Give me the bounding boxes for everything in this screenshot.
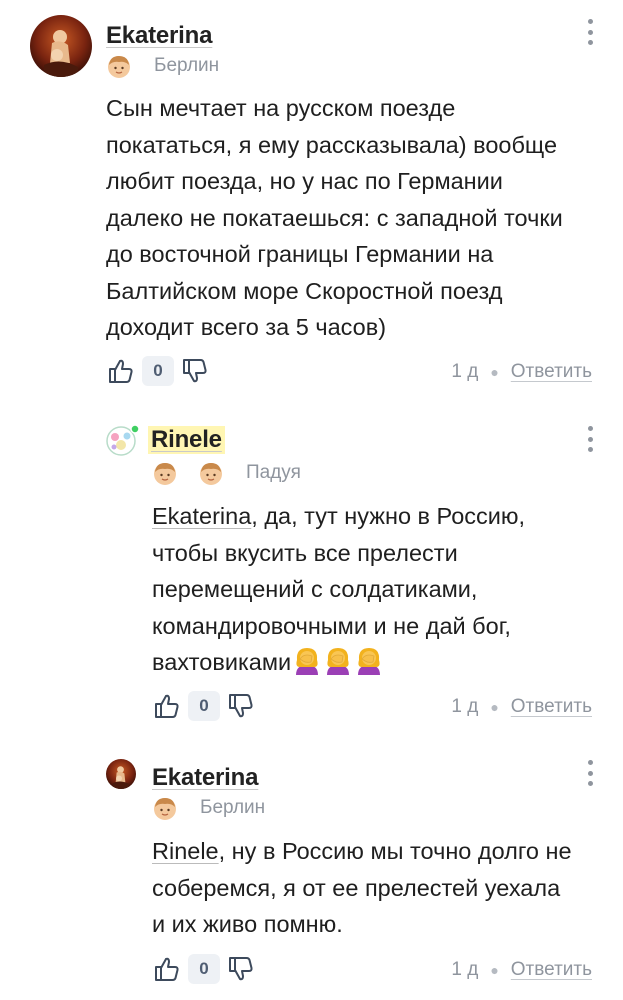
online-indicator-icon: [130, 424, 140, 434]
author-meta: Берлин: [106, 53, 219, 79]
text-line: доходит всего за 5 часов): [106, 314, 387, 340]
thumbs-down-icon[interactable]: [226, 954, 256, 984]
avatar[interactable]: [106, 424, 140, 456]
author-city: Берлин: [154, 55, 220, 76]
text-fragment: , да, тут нужно в Россию,: [251, 503, 526, 529]
author-name[interactable]: Rinele: [148, 426, 225, 454]
author-name[interactable]: Ekaterina: [106, 22, 212, 50]
reply-button[interactable]: Ответить: [511, 361, 592, 383]
text-line: Ekaterina, да, тут нужно в Россию,: [152, 498, 525, 535]
text-line: и их живо помню.: [152, 911, 343, 937]
text-line: Rinele, ну в Россию мы точно долго не: [152, 833, 572, 870]
author-meta: Падуя: [152, 460, 301, 486]
text-line: покататься, я ему рассказывала) вообще: [106, 131, 558, 158]
avatar[interactable]: [106, 759, 136, 789]
comment-text: Rinele, ну в Россию мы точно долго не со…: [152, 833, 572, 943]
thumbs-up-icon[interactable]: [106, 356, 136, 386]
comment-footer: 1 д ● Ответить: [451, 361, 592, 383]
vote-score: 0: [142, 356, 174, 386]
text-fragment: вахтовиками: [152, 649, 292, 675]
comment-text: Ekaterina, да, тут нужно в Россию, чтобы…: [152, 498, 525, 681]
text-line: чтобы вкусить все прелести: [152, 539, 458, 566]
facepalm-woman-icon: [292, 645, 322, 675]
vote-bar: 0: [152, 954, 256, 984]
reply-button[interactable]: Ответить: [511, 696, 592, 718]
boy-badge-icon: [106, 53, 132, 79]
text-line: перемещений с солдатиками,: [152, 576, 478, 602]
mention-link[interactable]: Ekaterina: [152, 503, 251, 529]
boy-badge-icon: [152, 460, 178, 486]
thumbs-up-icon[interactable]: [152, 954, 182, 984]
boy-badge-icon: [198, 460, 224, 486]
separator-dot: ●: [490, 699, 499, 715]
vote-bar: 0: [106, 356, 210, 386]
text-line: далеко не покатаешься: с западной точки: [106, 204, 563, 231]
thumbs-down-icon[interactable]: [226, 691, 256, 721]
text-line: Балтийском море Скоростной поезд: [106, 277, 503, 304]
more-options-icon[interactable]: [585, 426, 595, 452]
more-options-icon[interactable]: [585, 19, 595, 45]
comment-footer: 1 д ● Ответить: [451, 959, 592, 981]
separator-dot: ●: [490, 364, 499, 380]
vote-score: 0: [188, 954, 220, 984]
separator-dot: ●: [490, 962, 499, 978]
author-city: Берлин: [200, 797, 266, 818]
text-line: командировочными и не дай бог,: [152, 612, 511, 639]
comment-text: Сын мечтает на русском поезде покататься…: [106, 90, 563, 346]
text-fragment: , ну в Россию мы точно долго не: [218, 838, 572, 864]
facepalm-woman-icon: [354, 645, 384, 675]
text-line: любит поезда, но у нас по Германии: [106, 168, 503, 194]
avatar[interactable]: [30, 15, 92, 77]
mention-link[interactable]: Rinele: [152, 838, 219, 864]
reply-button[interactable]: Ответить: [511, 959, 592, 981]
author-city: Падуя: [246, 462, 301, 483]
author-meta: Берлин: [152, 795, 265, 821]
more-options-icon[interactable]: [585, 760, 595, 786]
comment-age: 1 д: [451, 361, 479, 382]
text-line: соберемся, я от ее прелестей уехала: [152, 874, 561, 901]
thumbs-down-icon[interactable]: [180, 356, 210, 386]
comment-age: 1 д: [451, 959, 479, 980]
comment-age: 1 д: [451, 696, 479, 717]
text-line: до восточной границы Германии на: [106, 241, 494, 267]
vote-bar: 0: [152, 691, 256, 721]
author-name[interactable]: Ekaterina: [152, 764, 258, 792]
facepalm-woman-icon: [323, 645, 353, 675]
text-line: Сын мечтает на русском поезде: [106, 95, 456, 121]
thumbs-up-icon[interactable]: [152, 691, 182, 721]
text-line: вахтовиками: [152, 644, 525, 681]
comment-footer: 1 д ● Ответить: [451, 696, 592, 718]
boy-badge-icon: [152, 795, 178, 821]
vote-score: 0: [188, 691, 220, 721]
